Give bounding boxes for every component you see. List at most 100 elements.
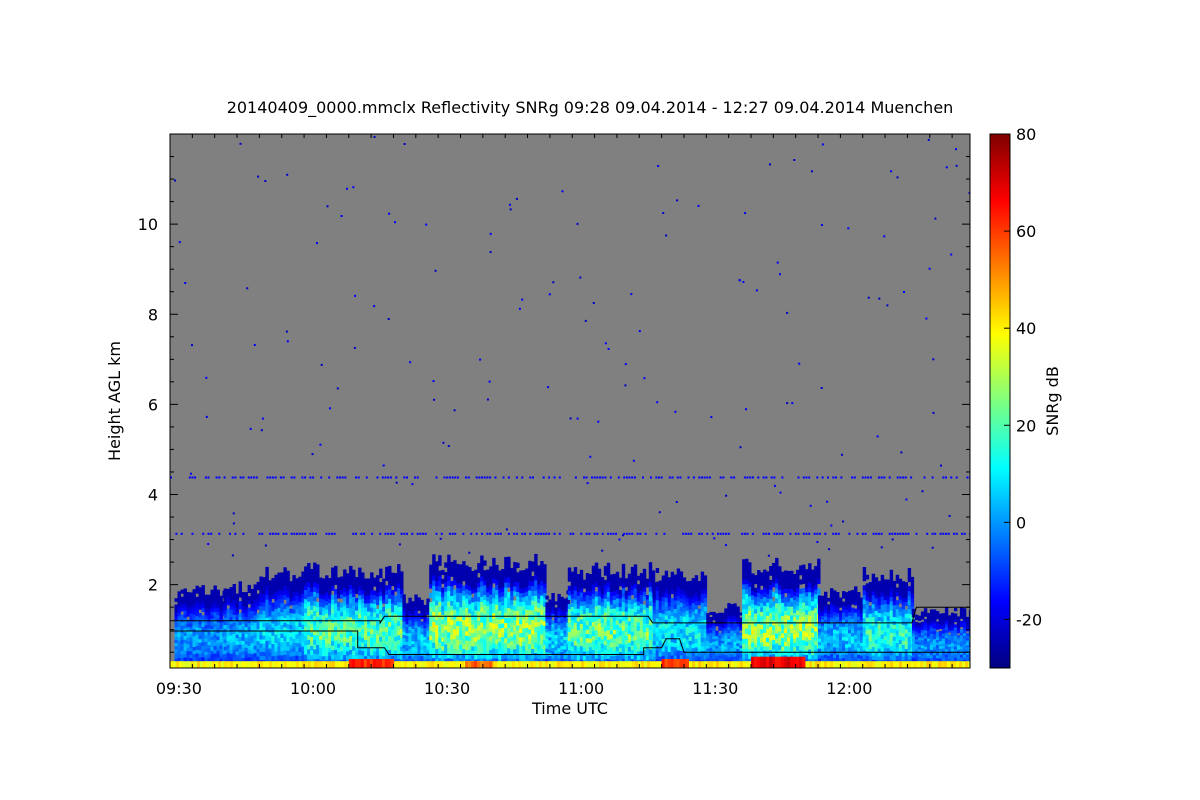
cloud-cell xyxy=(435,595,439,601)
cloud-cell xyxy=(429,578,433,584)
cloud-cell xyxy=(358,613,362,619)
cloud-cell xyxy=(784,650,788,656)
cloud-cell xyxy=(292,642,296,648)
cloud-cell xyxy=(540,580,544,586)
cloud-cell xyxy=(465,626,469,632)
cloud-cell xyxy=(441,601,445,607)
cloud-cell xyxy=(802,597,806,603)
cloud-cell xyxy=(253,584,257,589)
cloud-cell xyxy=(563,623,567,628)
cloud-cell xyxy=(615,654,620,660)
cloud-cell xyxy=(441,587,445,593)
cloud-cell xyxy=(787,584,791,589)
cloud-cell xyxy=(268,652,272,657)
cloud-cell xyxy=(186,657,190,662)
cloud-cell xyxy=(210,625,214,630)
cloud-cell xyxy=(769,593,773,599)
cloud-cell xyxy=(688,644,693,649)
cloud-cell xyxy=(811,636,815,642)
cloud-cell xyxy=(504,627,508,634)
cloud-cell xyxy=(805,641,809,646)
cloud-cell xyxy=(842,626,846,631)
cloud-cell xyxy=(700,637,705,643)
cloud-cell xyxy=(588,646,593,652)
cloud-cell xyxy=(585,655,590,660)
cloud-cell xyxy=(411,604,415,608)
cloud-cell xyxy=(376,583,380,589)
cloud-cell xyxy=(817,558,821,565)
cloud-cell xyxy=(818,602,822,606)
cloud-cell xyxy=(364,639,368,645)
cloud-cell xyxy=(310,654,314,660)
cloud-cell xyxy=(618,606,623,612)
cloud-cell xyxy=(691,647,696,653)
cloud-cell xyxy=(334,630,338,636)
cloud-cell xyxy=(226,644,230,649)
cloud-cell xyxy=(781,589,785,595)
cloud-cell xyxy=(811,623,815,629)
cloud-cell xyxy=(207,621,211,626)
cloud-cell xyxy=(397,578,401,584)
cloud-cell xyxy=(839,632,843,637)
cloud-cell xyxy=(471,575,475,581)
cloud-cell xyxy=(667,630,672,636)
cloud-cell xyxy=(370,646,374,652)
cloud-cell xyxy=(673,625,678,631)
cloud-cell xyxy=(382,635,386,641)
cloud-cell xyxy=(751,599,755,604)
cloud-cell xyxy=(648,634,653,640)
cloud-cell xyxy=(763,627,767,633)
cloud-cell xyxy=(667,614,672,619)
cloud-cell xyxy=(609,655,614,660)
cloud-cell xyxy=(468,635,472,641)
cloud-cell xyxy=(283,603,287,609)
cloud-cell xyxy=(343,627,347,633)
cloud-cell xyxy=(492,633,496,639)
cloud-cell xyxy=(748,591,752,597)
cloud-cell xyxy=(238,620,242,626)
cloud-cell xyxy=(183,653,187,658)
cloud-cell xyxy=(319,643,323,648)
cloud-cell xyxy=(516,601,520,607)
cloud-cell xyxy=(504,567,508,573)
cloud-cell xyxy=(833,615,837,619)
cloud-cell xyxy=(661,596,666,602)
cloud-cell xyxy=(495,589,499,595)
cloud-cell xyxy=(676,604,681,610)
cloud-cell xyxy=(295,638,299,643)
cloud-cell xyxy=(670,589,675,595)
cloud-cell xyxy=(226,632,230,637)
cloud-cell xyxy=(411,616,415,620)
cloud-cell xyxy=(483,619,487,625)
cloud-cell xyxy=(757,623,761,629)
cloud-cell xyxy=(253,649,257,654)
cloud-cell xyxy=(402,634,406,639)
cloud-cell xyxy=(201,637,205,643)
cloud-cell xyxy=(322,590,326,596)
cloud-cell xyxy=(570,641,575,647)
cloud-cell xyxy=(802,564,806,570)
cloud-cell xyxy=(639,581,644,587)
cloud-cell xyxy=(459,625,463,631)
cloud-cell xyxy=(295,578,299,584)
cloud-cell xyxy=(525,627,529,633)
cloud-cell xyxy=(247,656,251,661)
cloud-cell xyxy=(793,638,797,643)
cloud-cell xyxy=(624,582,629,587)
cloud-cell xyxy=(597,577,602,583)
cloud-cell xyxy=(316,583,320,589)
cloud-cell xyxy=(560,619,564,624)
cloud-cell xyxy=(845,623,849,628)
cloud-cell xyxy=(796,636,800,642)
cloud-cell xyxy=(477,639,481,645)
cloud-cell xyxy=(331,576,335,582)
cloud-cell xyxy=(370,589,374,595)
cloud-cell xyxy=(836,647,840,652)
cloud-cell xyxy=(432,631,436,638)
cloud-cell xyxy=(328,635,332,640)
cloud-cell xyxy=(444,605,448,611)
cloud-cell xyxy=(283,654,287,660)
cloud-cell xyxy=(688,628,693,633)
cloud-cell xyxy=(775,607,779,614)
cloud-cell xyxy=(676,577,681,583)
